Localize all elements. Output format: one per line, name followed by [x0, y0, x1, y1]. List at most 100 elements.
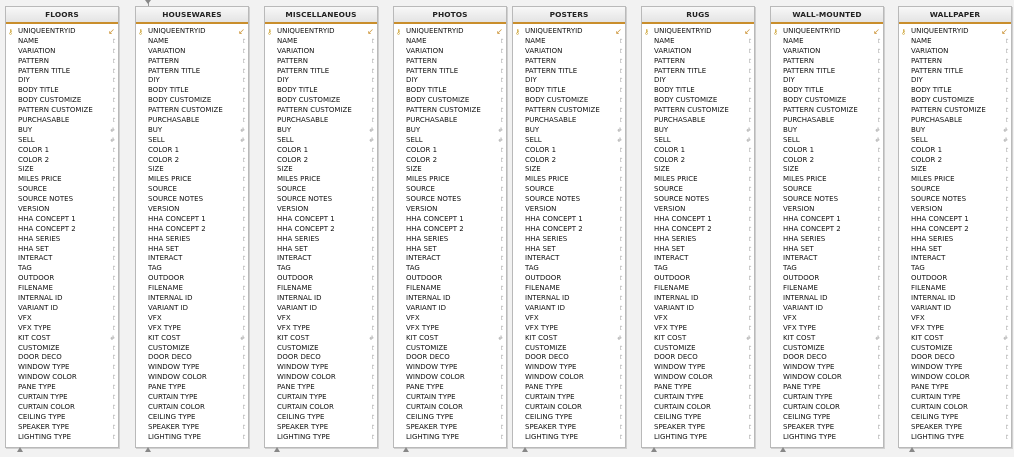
- field-row[interactable]: WINDOW TYPE t: [136, 363, 248, 373]
- field-row[interactable]: DOOR DECO t: [899, 353, 1011, 363]
- field-row[interactable]: LIGHTING TYPE t: [6, 433, 118, 443]
- field-row[interactable]: VARIATION t: [136, 47, 248, 57]
- field-row[interactable]: BODY TITLE t: [513, 86, 625, 96]
- field-row[interactable]: PATTERN t: [642, 57, 754, 67]
- field-row[interactable]: TAG t: [771, 264, 883, 274]
- field-row[interactable]: DIY t: [513, 76, 625, 86]
- field-row[interactable]: HHA SET t: [136, 245, 248, 255]
- field-row[interactable]: BODY TITLE t: [394, 86, 506, 96]
- field-row[interactable]: HHA CONCEPT 1 t: [642, 215, 754, 225]
- field-row[interactable]: BUY #: [6, 126, 118, 136]
- field-row[interactable]: OUTDOOR t: [513, 274, 625, 284]
- field-row[interactable]: SIZE t: [136, 165, 248, 175]
- field-row[interactable]: WINDOW TYPE t: [6, 363, 118, 373]
- field-row[interactable]: SIZE t: [642, 165, 754, 175]
- field-row[interactable]: SIZE t: [394, 165, 506, 175]
- field-row[interactable]: PATTERN TITLE t: [642, 67, 754, 77]
- field-row[interactable]: HHA SERIES t: [771, 235, 883, 245]
- field-row[interactable]: CUSTOMIZE t: [899, 344, 1011, 354]
- field-row[interactable]: HHA SET t: [513, 245, 625, 255]
- field-row[interactable]: HHA CONCEPT 2 t: [394, 225, 506, 235]
- field-row[interactable]: COLOR 1 t: [6, 146, 118, 156]
- field-row[interactable]: VFX TYPE t: [265, 324, 377, 334]
- field-row[interactable]: FILENAME t: [899, 284, 1011, 294]
- field-row[interactable]: NAME t: [642, 37, 754, 47]
- field-row[interactable]: CURTAIN COLOR t: [6, 403, 118, 413]
- field-row[interactable]: SOURCE t: [136, 185, 248, 195]
- field-row[interactable]: SOURCE NOTES t: [513, 195, 625, 205]
- field-row[interactable]: LIGHTING TYPE t: [394, 433, 506, 443]
- field-row[interactable]: KIT COST #: [394, 334, 506, 344]
- field-row[interactable]: CEILING TYPE t: [513, 413, 625, 423]
- field-row[interactable]: FILENAME t: [394, 284, 506, 294]
- field-row[interactable]: HHA CONCEPT 1 t: [513, 215, 625, 225]
- field-row[interactable]: CURTAIN COLOR t: [136, 403, 248, 413]
- field-row[interactable]: NAME t: [265, 37, 377, 47]
- field-row[interactable]: VARIANT ID t: [899, 304, 1011, 314]
- field-row[interactable]: VERSION t: [394, 205, 506, 215]
- field-row[interactable]: COLOR 2 t: [265, 156, 377, 166]
- field-row[interactable]: KIT COST #: [136, 334, 248, 344]
- field-row[interactable]: PATTERN t: [6, 57, 118, 67]
- field-row[interactable]: DIY t: [394, 76, 506, 86]
- field-row[interactable]: CURTAIN COLOR t: [642, 403, 754, 413]
- field-row[interactable]: HHA SET t: [265, 245, 377, 255]
- field-row[interactable]: DIY t: [136, 76, 248, 86]
- field-row[interactable]: VERSION t: [899, 205, 1011, 215]
- field-row[interactable]: KIT COST #: [771, 334, 883, 344]
- field-row[interactable]: MILES PRICE t: [394, 175, 506, 185]
- field-row[interactable]: PATTERN t: [265, 57, 377, 67]
- field-row[interactable]: WINDOW TYPE t: [513, 363, 625, 373]
- field-row[interactable]: COLOR 1 t: [513, 146, 625, 156]
- field-row[interactable]: CUSTOMIZE t: [6, 344, 118, 354]
- field-row[interactable]: SPEAKER TYPE t: [771, 423, 883, 433]
- field-row[interactable]: PATTERN t: [136, 57, 248, 67]
- field-row[interactable]: MILES PRICE t: [642, 175, 754, 185]
- field-row[interactable]: BODY CUSTOMIZE t: [265, 96, 377, 106]
- field-row[interactable]: SOURCE t: [899, 185, 1011, 195]
- table-occurrence-wall-mounted[interactable]: WALL-MOUNTED ⚷ UNIQUEENTRYID ↙ NAME t VARIATIO…: [770, 6, 884, 448]
- table-occurrence-posters[interactable]: POSTERS ⚷ UNIQUEENTRYID ↙ NAME t VARIATION t PAT…: [512, 6, 626, 448]
- field-row[interactable]: PATTERN TITLE t: [771, 67, 883, 77]
- field-row[interactable]: CURTAIN TYPE t: [136, 393, 248, 403]
- field-row[interactable]: SOURCE NOTES t: [642, 195, 754, 205]
- field-row[interactable]: SIZE t: [771, 165, 883, 175]
- expand-arrow-icon[interactable]: ↙: [367, 28, 374, 36]
- field-row[interactable]: HHA SET t: [899, 245, 1011, 255]
- field-row[interactable]: PATTERN TITLE t: [899, 67, 1011, 77]
- field-row[interactable]: HHA CONCEPT 2 t: [642, 225, 754, 235]
- field-row[interactable]: DIY t: [642, 76, 754, 86]
- table-occurrence-rugs[interactable]: RUGS ⚷ UNIQUEENTRYID ↙ NAME t VARIATION t PATTER…: [641, 6, 755, 448]
- field-row[interactable]: COLOR 1 t: [899, 146, 1011, 156]
- field-row[interactable]: HHA CONCEPT 1 t: [6, 215, 118, 225]
- field-row[interactable]: FILENAME t: [642, 284, 754, 294]
- field-row[interactable]: TAG t: [899, 264, 1011, 274]
- field-row[interactable]: VERSION t: [771, 205, 883, 215]
- field-row[interactable]: INTERACT t: [136, 254, 248, 264]
- field-row[interactable]: COLOR 2 t: [6, 156, 118, 166]
- field-row[interactable]: PATTERN CUSTOMIZE t: [265, 106, 377, 116]
- field-row[interactable]: BUY #: [899, 126, 1011, 136]
- field-row[interactable]: SIZE t: [6, 165, 118, 175]
- field-row[interactable]: HHA SET t: [394, 245, 506, 255]
- field-row[interactable]: MILES PRICE t: [265, 175, 377, 185]
- field-row[interactable]: CEILING TYPE t: [771, 413, 883, 423]
- field-row[interactable]: COLOR 1 t: [771, 146, 883, 156]
- field-row[interactable]: HHA CONCEPT 2 t: [771, 225, 883, 235]
- field-row[interactable]: WINDOW TYPE t: [899, 363, 1011, 373]
- field-row[interactable]: CUSTOMIZE t: [265, 344, 377, 354]
- field-row[interactable]: SOURCE t: [771, 185, 883, 195]
- field-row[interactable]: TAG t: [6, 264, 118, 274]
- table-occurrence-floors[interactable]: FLOORS ⚷ UNIQUEENTRYID ↙ NAME t VARIATION t PATT…: [5, 6, 119, 448]
- field-row[interactable]: HHA SET t: [6, 245, 118, 255]
- field-row[interactable]: INTERACT t: [394, 254, 506, 264]
- field-row[interactable]: SPEAKER TYPE t: [394, 423, 506, 433]
- field-row[interactable]: VFX t: [6, 314, 118, 324]
- field-row[interactable]: VFX TYPE t: [6, 324, 118, 334]
- field-row[interactable]: NAME t: [899, 37, 1011, 47]
- field-row[interactable]: DIY t: [771, 76, 883, 86]
- field-row[interactable]: INTERNAL ID t: [6, 294, 118, 304]
- field-row[interactable]: CUSTOMIZE t: [771, 344, 883, 354]
- field-row[interactable]: CUSTOMIZE t: [136, 344, 248, 354]
- field-row[interactable]: KIT COST #: [265, 334, 377, 344]
